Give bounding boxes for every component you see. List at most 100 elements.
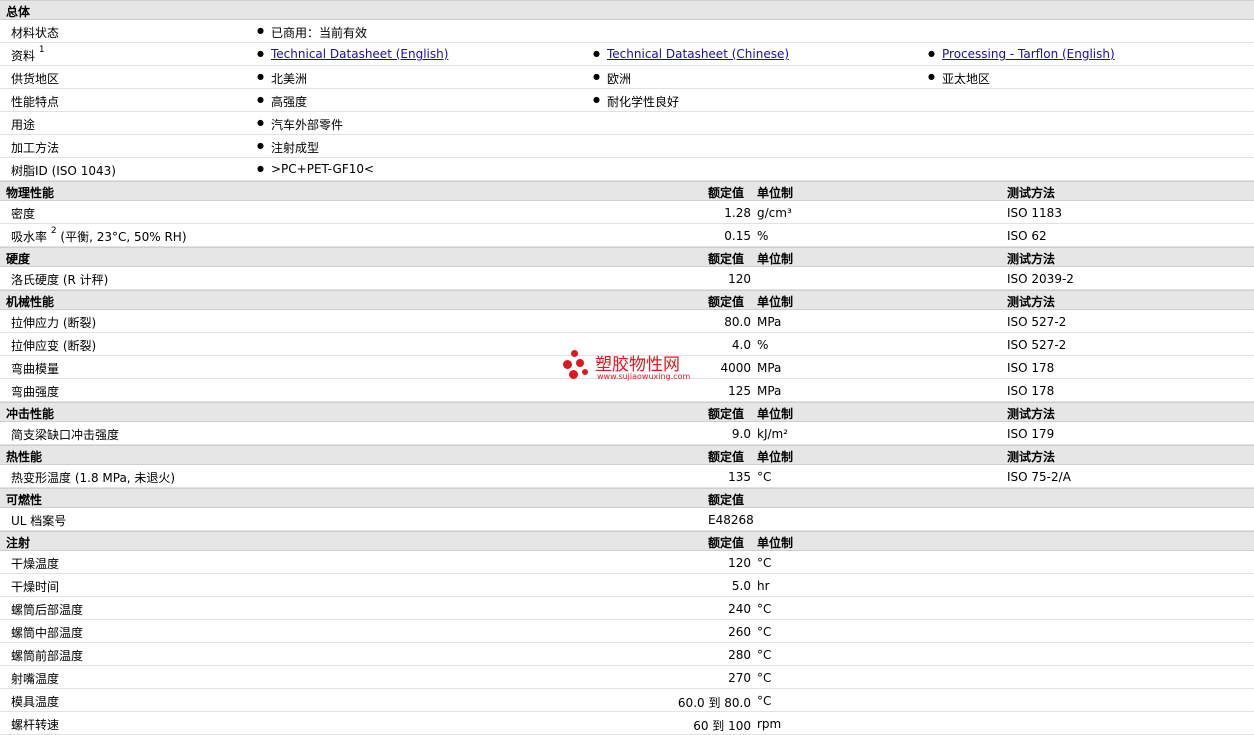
header-method: 测试方法 [1007,407,1056,421]
property-label: 干燥时间 [11,580,60,594]
test-method: ISO 178 [1007,384,1055,398]
test-method: ISO 1183 [1007,206,1062,220]
row-label: 资料 1 [11,45,45,63]
property-row: 简支梁缺口冲击强度 9.0 kJ/m² ISO 179 [0,422,1254,445]
bullet-item: 已商用：当前有效 [257,24,367,41]
section-header: 物理性能 额定值 单位制 测试方法 [0,181,1254,201]
property-value: 60.0 到 80.0 [677,696,751,710]
datasheet-link[interactable]: Processing - Tarflon (English) [942,47,1115,61]
property-label: 螺筒前部温度 [11,649,84,663]
property-label: 螺筒中部温度 [11,626,84,640]
bullet-item: 北美洲 [257,70,307,87]
property-unit: hr [757,579,770,593]
property-label: 螺筒后部温度 [11,603,84,617]
datasheet-link[interactable]: Technical Datasheet (English) [271,47,448,61]
bullet-item: >PC+PET-GF10< [257,162,374,176]
general-row: 材料状态 已商用：当前有效 [0,20,1254,43]
header-value: 额定值 [708,252,745,266]
property-label: 弯曲强度 [11,385,60,399]
test-method: ISO 178 [1007,361,1055,375]
header-value: 额定值 [708,493,745,507]
header-value: 额定值 [708,407,745,421]
property-unit: °C [757,556,772,570]
property-label: 螺杆转速 [11,718,60,732]
section-header-general: 总体 [0,0,1254,20]
property-unit: % [757,229,769,243]
header-unit: 单位制 [757,252,794,266]
watermark-logo: 塑胶物性网 www.sujiaowuxing.com [563,348,703,384]
property-unit: MPa [757,384,782,398]
property-row: 模具温度 60.0 到 80.0 °C [0,689,1254,712]
general-row: 用途 汽车外部零件 [0,112,1254,135]
bullet-item[interactable]: Processing - Tarflon (English) [928,47,1115,61]
section-header: 冲击性能 额定值 单位制 测试方法 [0,402,1254,422]
general-row: 性能特点 高强度 耐化学性良好 [0,89,1254,112]
property-value: 4000 [720,361,751,375]
property-unit: g/cm³ [757,206,792,220]
property-label: 拉伸应力 (断裂) [11,316,97,330]
property-row: 吸水率 2 (平衡, 23°C, 50% RH) 0.15% ISO 62 [0,224,1254,247]
property-row: 洛氏硬度 (R 计秤) 120 ISO 2039-2 [0,267,1254,290]
property-value: E48268 [708,513,754,527]
row-label: 性能特点 [11,95,60,109]
row-label: 供货地区 [11,72,60,86]
property-label: 热变形温度 (1.8 MPa, 未退火) [11,471,176,485]
property-label: 吸水率 2 (平衡, 23°C, 50% RH) [11,226,187,244]
property-row: 螺杆转速 60 到 100 rpm [0,712,1254,735]
watermark-url: www.sujiaowuxing.com [597,372,691,381]
row-label: 用途 [11,118,36,132]
property-unit: MPa [757,315,782,329]
header-unit: 单位制 [757,407,794,421]
header-unit: 单位制 [757,450,794,464]
row-label: 材料状态 [11,26,60,40]
bullet-item: 欧洲 [593,70,631,87]
bullet-item[interactable]: Technical Datasheet (Chinese) [593,47,789,61]
property-row: 射嘴温度 270 °C [0,666,1254,689]
property-row: 干燥时间 5.0 hr [0,574,1254,597]
property-value: 9.0 [731,427,751,441]
row-label: 加工方法 [11,141,60,155]
property-value: 280 [728,648,751,662]
property-unit: °C [757,602,772,616]
property-label: 密度 [11,207,36,221]
header-value: 额定值 [708,536,745,550]
test-method: ISO 527-2 [1007,315,1067,329]
property-value: 240 [728,602,751,616]
property-unit: rpm [757,717,782,731]
property-value: 120 [728,272,751,286]
section-title: 机械性能 [6,295,55,309]
property-value: 5.0 [731,579,751,593]
section-header: 注射 额定值 单位制 [0,531,1254,551]
section-title: 可燃性 [6,493,43,507]
section-title: 冲击性能 [6,407,55,421]
bullet-item: 汽车外部零件 [257,116,343,133]
property-value: 80.0 [724,315,751,329]
property-value: 1.28 [724,206,751,220]
property-label: 模具温度 [11,695,60,709]
test-method: ISO 75-2/A [1007,470,1071,484]
property-value: 260 [728,625,751,639]
section-title: 总体 [6,5,31,19]
section-title: 硬度 [6,252,31,266]
datasheet-link[interactable]: Technical Datasheet (Chinese) [607,47,789,61]
property-row: 螺筒后部温度 240 °C [0,597,1254,620]
property-unit: °C [757,648,772,662]
section-header: 可燃性 额定值 [0,488,1254,508]
property-label: UL 档案号 [11,514,67,528]
test-method: ISO 179 [1007,427,1055,441]
bullet-item[interactable]: Technical Datasheet (English) [257,47,448,61]
bullet-item: 耐化学性良好 [593,93,679,110]
row-label: 树脂ID (ISO 1043) [11,164,116,178]
section-header: 热性能 额定值 单位制 测试方法 [0,445,1254,465]
property-row: 螺筒前部温度 280 °C [0,643,1254,666]
property-value: 120 [728,556,751,570]
header-method: 测试方法 [1007,186,1056,200]
property-row: 螺筒中部温度 260 °C [0,620,1254,643]
header-value: 额定值 [708,295,745,309]
section-title: 物理性能 [6,186,55,200]
header-unit: 单位制 [757,186,794,200]
property-unit: °C [757,671,772,685]
bullet-item: 亚太地区 [928,70,990,87]
property-value: 60 到 100 [693,719,751,733]
property-sections: 物理性能 额定值 单位制 测试方法 密度 1.28 g/cm³ ISO 1183 吸水率 2 (… [0,181,1254,735]
